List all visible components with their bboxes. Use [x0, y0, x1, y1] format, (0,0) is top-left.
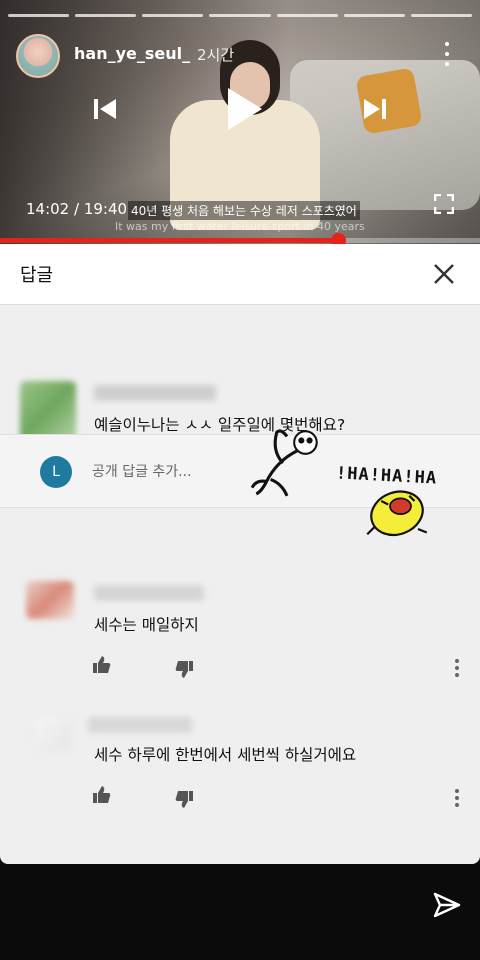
thumbs-up-icon[interactable] [92, 785, 112, 805]
fullscreen-icon[interactable] [434, 194, 454, 214]
comment-1-author[interactable] [94, 385, 216, 401]
video-progress-knob[interactable] [331, 233, 347, 244]
skip-previous-icon[interactable] [92, 96, 118, 122]
laughing-face-sticker [366, 490, 428, 537]
current-user-avatar: L [40, 456, 72, 488]
video-progress-bar[interactable] [0, 233, 480, 244]
comment-3-avatar[interactable] [36, 717, 72, 751]
add-reply-input[interactable]: 공개 답글 추가... [92, 461, 192, 481]
story-username[interactable]: han_ye_seul_ [74, 44, 190, 63]
comment-2-avatar[interactable] [26, 581, 74, 619]
profile-avatar[interactable] [16, 34, 60, 78]
story-posted-time: 2시간 [197, 46, 235, 64]
replies-title: 답글 [20, 265, 54, 286]
skip-next-icon[interactable] [362, 96, 388, 122]
video-progress-fill [0, 238, 339, 243]
comment-1-avatar[interactable] [20, 381, 76, 441]
thumbs-up-icon[interactable] [92, 655, 112, 675]
replies-panel: 답글 예슬이누나는 ㅅㅅ 일주일에 몇번해요? 2 L 공개 답글 추가... [0, 244, 480, 864]
play-icon[interactable] [224, 86, 264, 132]
story-progress-bars [8, 14, 472, 17]
subtitle-korean: 40년 평생 처음 해보는 수상 레저 스포츠였어 [128, 201, 360, 220]
video-player[interactable]: han_ye_seul_ 2시간 14:02 / 19:40 40년 평생 처음… [0, 0, 480, 244]
comment-2-text: 세수는 매일하지 [94, 616, 199, 634]
thumbs-down-icon[interactable] [174, 659, 194, 679]
replies-header: 답글 [0, 244, 480, 305]
video-timecode: 14:02 / 19:40 [26, 200, 128, 218]
more-vert-icon[interactable] [455, 789, 459, 807]
comment-3-author[interactable] [88, 717, 192, 733]
comment-3-text: 세수 하루에 한번에서 세번씩 하실거에요 [94, 746, 357, 764]
subtitle-english: It was my first water leisure sport in 4… [115, 220, 365, 233]
close-icon[interactable] [432, 262, 456, 286]
thumbs-down-icon[interactable] [174, 789, 194, 809]
more-vert-icon[interactable] [455, 659, 459, 677]
send-icon[interactable] [432, 890, 462, 920]
comment-2-author[interactable] [94, 585, 204, 601]
stick-figure-sticker [250, 429, 318, 497]
story-more-icon[interactable] [440, 42, 454, 66]
